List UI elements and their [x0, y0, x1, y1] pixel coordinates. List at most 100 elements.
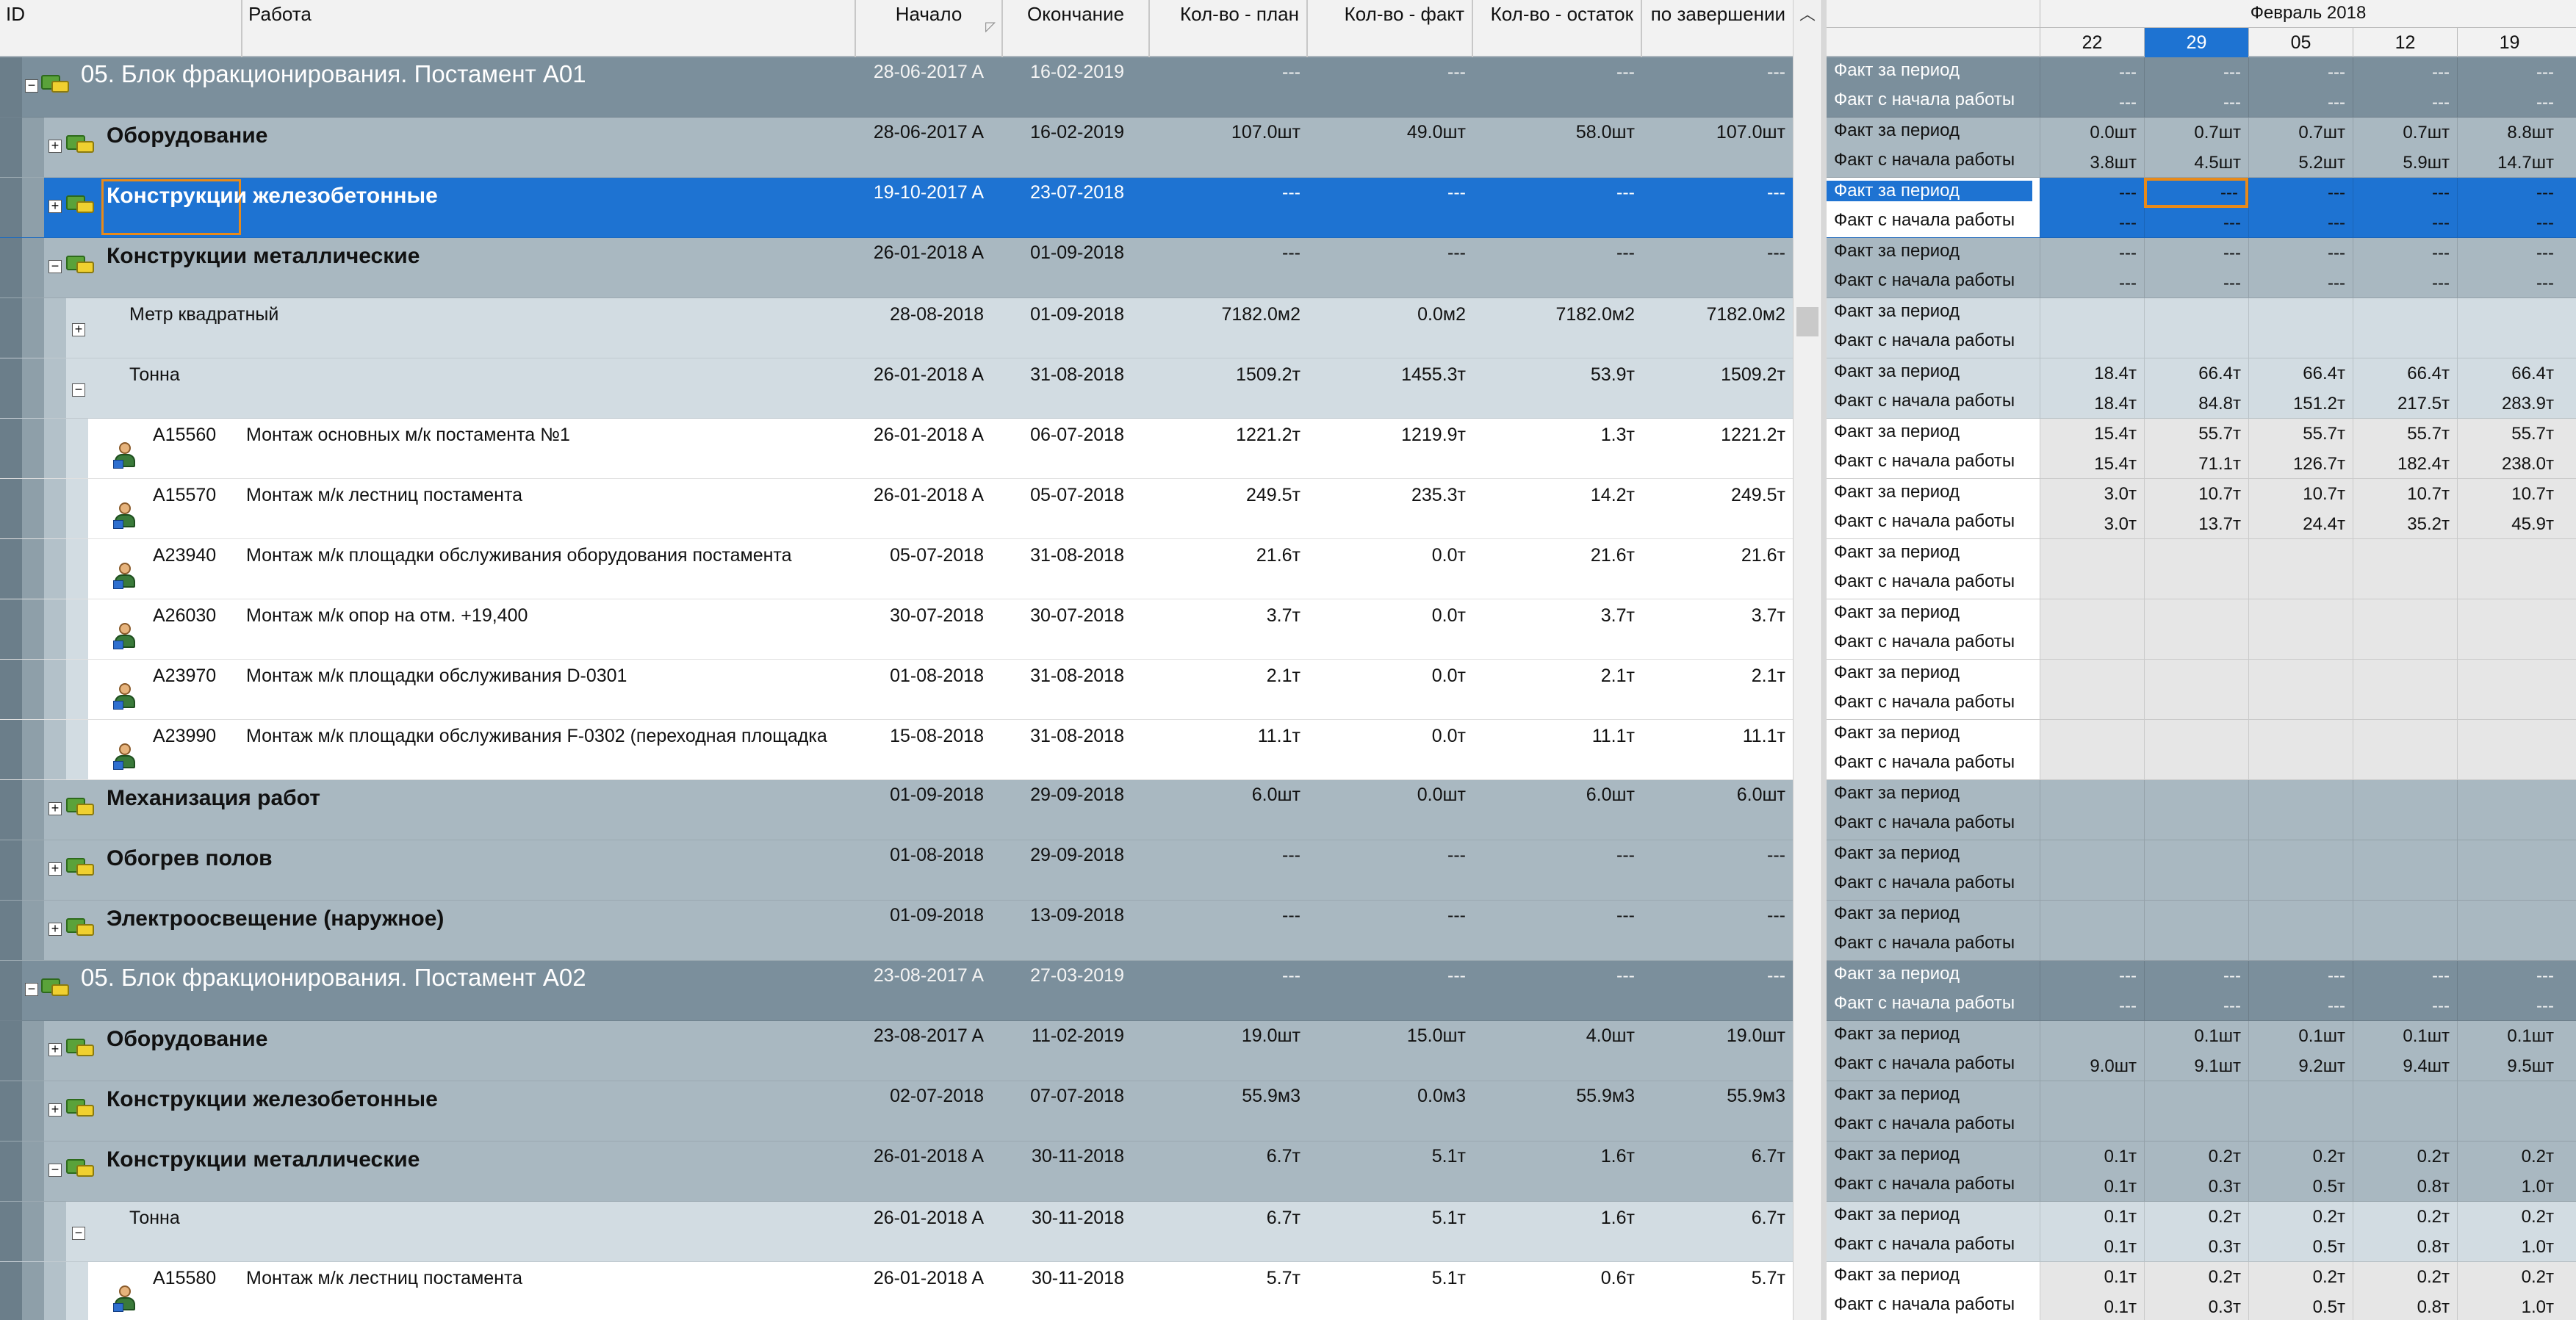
period-value-cell[interactable]: 55.7т	[2144, 419, 2248, 449]
period-value-cell[interactable]	[2353, 660, 2457, 690]
period-value-cell[interactable]	[2353, 720, 2457, 750]
cumulative-value-cell[interactable]: 238.0т	[2457, 449, 2561, 478]
table-row[interactable]: + Оборудование 28-06-2017 A 16-02-2019 107.0…	[0, 118, 1793, 178]
period-value-cell[interactable]	[2457, 599, 2561, 630]
cumulative-value-cell[interactable]: ---	[2144, 87, 2248, 117]
period-value-cell[interactable]: ---	[2248, 178, 2353, 208]
period-value-cell[interactable]	[2248, 298, 2353, 328]
period-value-cell[interactable]	[2353, 901, 2457, 931]
expand-toggle-icon[interactable]: +	[48, 139, 62, 153]
period-value-cell[interactable]	[2353, 1081, 2457, 1111]
cumulative-value-cell[interactable]: ---	[2144, 208, 2248, 237]
table-row[interactable]: + Обогрев полов 01-08-2018 29-09-2018 --- ---…	[0, 840, 1793, 901]
period-value-cell[interactable]	[2353, 780, 2457, 810]
period-value-cell[interactable]	[2040, 780, 2144, 810]
period-value-cell[interactable]: 0.1т	[2040, 1202, 2144, 1232]
cumulative-value-cell[interactable]: 24.4т	[2248, 509, 2353, 538]
period-value-cell[interactable]: 0.1шт	[2248, 1021, 2353, 1051]
expand-toggle-icon[interactable]: +	[72, 322, 85, 336]
cumulative-value-cell[interactable]: 283.9т	[2457, 389, 2561, 418]
cumulative-value-cell[interactable]	[2040, 569, 2144, 599]
period-value-cell[interactable]	[2144, 298, 2248, 328]
period-value-cell[interactable]: 10.7т	[2353, 479, 2457, 509]
cumulative-value-cell[interactable]: ---	[2248, 208, 2353, 237]
cumulative-value-cell[interactable]	[2144, 750, 2248, 779]
cumulative-value-cell[interactable]: 0.1т	[2040, 1172, 2144, 1201]
cumulative-value-cell[interactable]: ---	[2248, 87, 2353, 117]
period-value-cell[interactable]: 10.7т	[2144, 479, 2248, 509]
cumulative-value-cell[interactable]: ---	[2353, 208, 2457, 237]
period-value-cell[interactable]: 66.4т	[2457, 358, 2561, 389]
expand-toggle-icon[interactable]: +	[48, 199, 62, 213]
period-value-cell[interactable]: 0.1шт	[2144, 1021, 2248, 1051]
period-value-cell[interactable]: ---	[2040, 961, 2144, 991]
cumulative-value-cell[interactable]	[2040, 690, 2144, 719]
collapse-toggle-icon[interactable]: −	[48, 1163, 62, 1177]
cumulative-value-cell[interactable]	[2040, 810, 2144, 840]
period-value-cell[interactable]	[2144, 720, 2248, 750]
period-value-cell[interactable]: 0.1шт	[2353, 1021, 2457, 1051]
period-value-cell[interactable]	[2457, 780, 2561, 810]
cumulative-value-cell[interactable]: 9.1шт	[2144, 1051, 2248, 1081]
period-value-cell[interactable]: ---	[2248, 238, 2353, 268]
cumulative-value-cell[interactable]	[2457, 810, 2561, 840]
cumulative-value-cell[interactable]: 0.5т	[2248, 1172, 2353, 1201]
cumulative-value-cell[interactable]	[2144, 810, 2248, 840]
cumulative-value-cell[interactable]: 0.5т	[2248, 1292, 2353, 1320]
column-header-qty-at-completion[interactable]: по завершении	[1642, 0, 1793, 57]
cumulative-value-cell[interactable]: 84.8т	[2144, 389, 2248, 418]
period-value-cell[interactable]	[2144, 901, 2248, 931]
period-value-cell[interactable]: ---	[2040, 57, 2144, 87]
period-value-cell[interactable]	[2248, 660, 2353, 690]
expand-toggle-icon[interactable]: +	[48, 1103, 62, 1117]
cumulative-value-cell[interactable]: 9.4шт	[2353, 1051, 2457, 1081]
cumulative-value-cell[interactable]	[2144, 931, 2248, 960]
period-value-cell[interactable]: 0.2т	[2457, 1202, 2561, 1232]
cumulative-value-cell[interactable]	[2248, 328, 2353, 358]
cumulative-value-cell[interactable]: ---	[2144, 268, 2248, 297]
cumulative-value-cell[interactable]	[2144, 328, 2248, 358]
period-value-cell[interactable]: 10.7т	[2457, 479, 2561, 509]
expand-toggle-icon[interactable]: +	[48, 1042, 62, 1056]
period-value-cell[interactable]: 0.2т	[2144, 1142, 2248, 1172]
period-value-cell[interactable]	[2353, 539, 2457, 569]
period-value-cell[interactable]	[2040, 720, 2144, 750]
table-row[interactable]: A15570 Монтаж м/к лестниц постамента 26-01…	[0, 479, 1793, 539]
period-value-cell[interactable]: 66.4т	[2144, 358, 2248, 389]
cumulative-value-cell[interactable]: ---	[2353, 87, 2457, 117]
period-value-cell[interactable]: 0.2т	[2248, 1202, 2353, 1232]
period-value-cell[interactable]: 0.2т	[2353, 1262, 2457, 1292]
period-value-cell[interactable]	[2353, 840, 2457, 870]
cumulative-value-cell[interactable]: 9.0шт	[2040, 1051, 2144, 1081]
scroll-up-icon[interactable]: ︿	[1794, 0, 1821, 29]
period-value-cell[interactable]	[2040, 1021, 2144, 1051]
cumulative-value-cell[interactable]: ---	[2248, 991, 2353, 1020]
period-value-cell[interactable]: 0.7шт	[2248, 118, 2353, 148]
vertical-scrollbar[interactable]: ︿	[1793, 0, 1822, 1320]
period-value-cell[interactable]: ---	[2457, 961, 2561, 991]
table-row[interactable]: − Конструкции металлические 26-01-2018 A 30…	[0, 1142, 1793, 1202]
cumulative-value-cell[interactable]: ---	[2248, 268, 2353, 297]
cumulative-value-cell[interactable]: 0.8т	[2353, 1172, 2457, 1201]
cumulative-value-cell[interactable]: ---	[2144, 991, 2248, 1020]
table-row[interactable]: A23970 Монтаж м/к площадки обслуживания D…	[0, 660, 1793, 720]
period-value-cell[interactable]	[2248, 901, 2353, 931]
period-value-cell[interactable]: 0.7шт	[2353, 118, 2457, 148]
cumulative-value-cell[interactable]	[2353, 328, 2457, 358]
period-value-cell[interactable]: 55.7т	[2353, 419, 2457, 449]
period-value-cell[interactable]: 0.2т	[2248, 1262, 2353, 1292]
period-value-cell[interactable]	[2248, 599, 2353, 630]
column-header-qty-rest[interactable]: Кол-во - остаток	[1473, 0, 1642, 57]
cumulative-value-cell[interactable]: ---	[2457, 87, 2561, 117]
cumulative-value-cell[interactable]: 71.1т	[2144, 449, 2248, 478]
period-value-cell[interactable]	[2457, 840, 2561, 870]
cumulative-value-cell[interactable]: 35.2т	[2353, 509, 2457, 538]
period-value-cell[interactable]: ---	[2353, 238, 2457, 268]
cumulative-value-cell[interactable]	[2040, 931, 2144, 960]
period-value-cell[interactable]: 0.1т	[2040, 1262, 2144, 1292]
cumulative-value-cell[interactable]: 0.3т	[2144, 1172, 2248, 1201]
period-value-cell[interactable]	[2457, 720, 2561, 750]
period-value-cell[interactable]: ---	[2457, 238, 2561, 268]
period-value-cell[interactable]: 0.2т	[2457, 1262, 2561, 1292]
collapse-toggle-icon[interactable]: −	[25, 982, 38, 996]
